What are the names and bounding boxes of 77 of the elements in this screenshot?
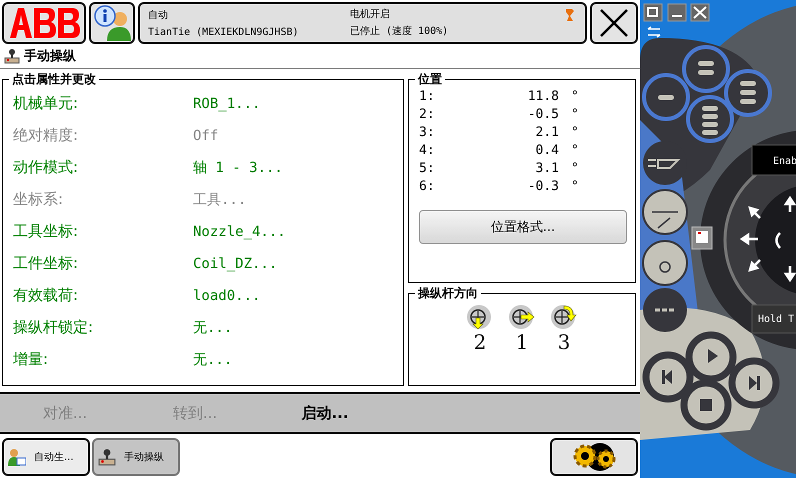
- degree-unit: °: [570, 125, 579, 140]
- panel-title: 位置: [416, 70, 443, 88]
- info-person-icon: [93, 4, 131, 41]
- operating-mode: 自动: [148, 9, 169, 22]
- degree-unit: °: [570, 179, 579, 194]
- pendant-toggle-icon: [692, 226, 712, 250]
- motor-state: 电机开启: [350, 8, 391, 22]
- degree-unit: °: [570, 89, 579, 104]
- joystick-axis-number: 1: [516, 330, 528, 354]
- page-title: 手动操纵: [24, 48, 76, 65]
- joystick-icon: [98, 448, 116, 466]
- property-value: load0...: [193, 288, 260, 304]
- degree-unit: °: [570, 161, 579, 176]
- axis-label: 2:: [419, 107, 436, 122]
- hold-to-run-button[interactable]: [752, 304, 796, 334]
- operator-icon: [8, 448, 26, 466]
- property-row[interactable]: 工具坐标: Nozzle_4...: [9, 216, 397, 248]
- hold-to-run-label: Hold T: [758, 314, 794, 325]
- axis-value: -0.3: [526, 179, 559, 194]
- property-value: 无...: [193, 318, 232, 337]
- property-label: 动作模式:: [12, 158, 80, 178]
- taskbar-button[interactable]: 自动生...: [2, 438, 90, 476]
- property-row[interactable]: 动作模式: 轴 1 - 3...: [9, 152, 397, 184]
- property-row[interactable]: 机械单元: ROB_1...: [9, 88, 397, 120]
- quickset-button[interactable]: [550, 438, 638, 476]
- joystick-direction-icon: [466, 304, 494, 330]
- joystick-axis-number: 2: [474, 330, 486, 354]
- joystick-direction-icon: [550, 304, 578, 330]
- property-label: 坐标系:: [12, 190, 64, 210]
- axis-value: -0.5: [526, 107, 559, 122]
- property-label: 绝对精度:: [12, 126, 80, 146]
- property-label: 机械单元:: [12, 94, 80, 114]
- axis-value: 11.8: [526, 89, 559, 104]
- axis-label: 6:: [419, 179, 436, 194]
- property-value: Nozzle_4...: [193, 224, 286, 240]
- axis-value: 3.1: [534, 161, 559, 176]
- abb-logo-button[interactable]: [2, 2, 86, 44]
- property-value: 轴 1 - 3...: [193, 158, 283, 177]
- close-button[interactable]: [590, 2, 638, 44]
- enable-button[interactable]: [752, 144, 796, 176]
- axis-label: 1:: [419, 89, 436, 104]
- property-value: Off: [193, 128, 218, 144]
- axis-value: 2.1: [534, 125, 559, 140]
- degree-unit: °: [570, 143, 579, 158]
- info-button[interactable]: [89, 2, 135, 44]
- abb-logo-icon: [8, 8, 80, 38]
- property-label: 操纵杆锁定:: [12, 318, 94, 338]
- property-value: 工具...: [193, 190, 246, 209]
- position-format-button[interactable]: 位置格式...: [419, 210, 627, 244]
- taskbar-button[interactable]: 手动操纵: [92, 438, 180, 476]
- property-label: 有效载荷:: [12, 286, 80, 306]
- property-value: 无...: [193, 350, 232, 369]
- joystick-icon: [4, 48, 20, 64]
- joystick-axis-number: 3: [558, 330, 570, 354]
- property-row[interactable]: 操纵杆锁定: 无...: [9, 312, 397, 344]
- property-value: ROB_1...: [193, 96, 260, 112]
- property-value: Coil_DZ...: [193, 256, 278, 272]
- swap-arrows-icon: [647, 26, 661, 38]
- axis-value: 0.4: [534, 143, 559, 158]
- panel-title: 操纵杆方向: [416, 284, 479, 302]
- axis-label: 4:: [419, 143, 436, 158]
- panel-title: 点击属性并更改: [11, 70, 97, 88]
- joystick-direction-icon: [508, 304, 536, 330]
- property-label: 工具坐标:: [12, 222, 80, 242]
- axis-label: 5:: [419, 161, 436, 176]
- property-row[interactable]: 增量: 无...: [9, 344, 397, 376]
- property-label: 增量:: [12, 350, 50, 370]
- property-label: 工件坐标:: [12, 254, 80, 274]
- close-icon: [599, 8, 629, 38]
- action-button[interactable]: 启动...: [280, 402, 370, 424]
- controller-name: TianTie (MEXIEKDLN9GJHSB): [148, 26, 300, 38]
- property-row[interactable]: 工件坐标: Coil_DZ...: [9, 248, 397, 280]
- property-row[interactable]: 有效载荷: load0...: [9, 280, 397, 312]
- window-buttons-drawing: [644, 4, 710, 22]
- axis-label: 3:: [419, 125, 436, 140]
- degree-unit: °: [570, 107, 579, 122]
- program-state: 已停止 (速度 100%): [350, 24, 450, 38]
